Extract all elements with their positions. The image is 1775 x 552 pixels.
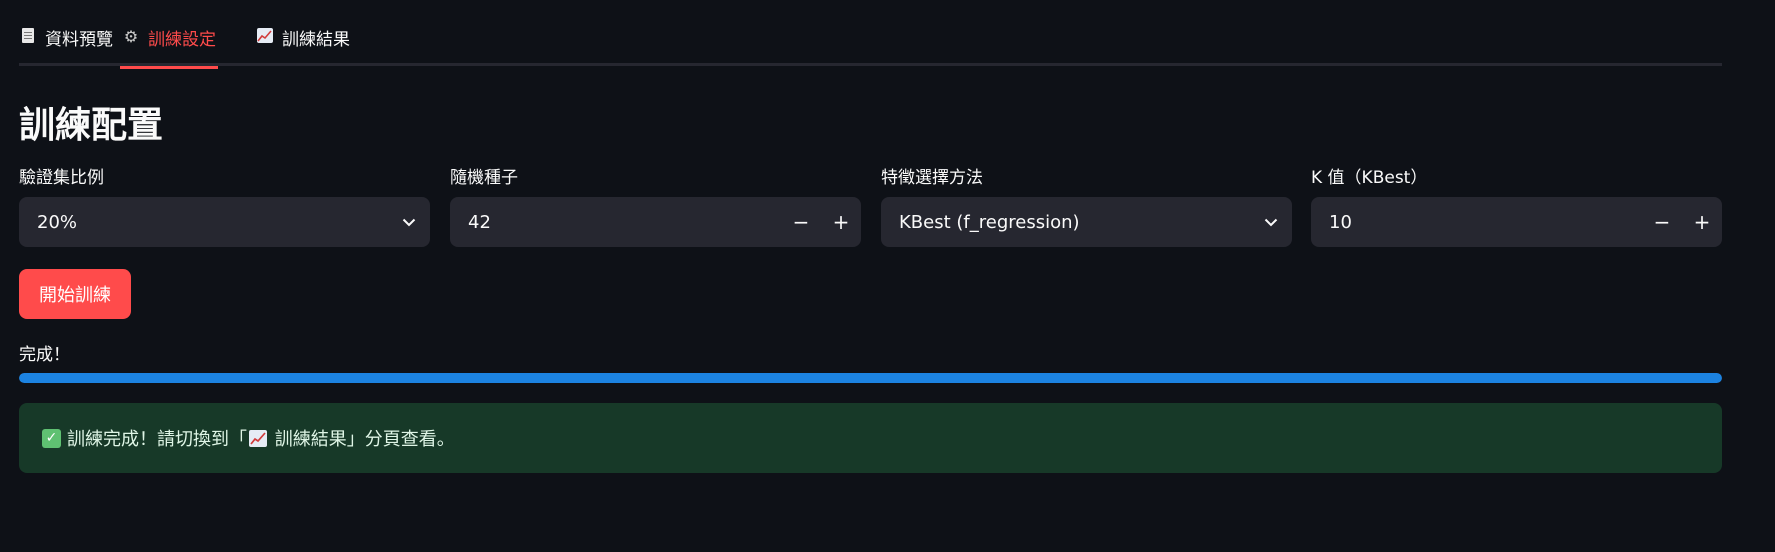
alert-text-before: 訓練完成！請切換到「 xyxy=(67,429,247,450)
page-title: 訓練配置 xyxy=(19,105,164,146)
validation-ratio-select[interactable]: 20% xyxy=(19,197,430,247)
random-seed-label: 隨機種子 xyxy=(450,168,518,188)
alert-message: 訓練完成！請切換到「 訓練結果」分頁查看。 xyxy=(67,425,455,451)
check-icon: ✓ xyxy=(42,428,61,448)
alert-text-after: 」分頁查看。 xyxy=(346,429,455,450)
k-value-label: K 值（KBest） xyxy=(1311,168,1428,188)
decrement-button[interactable]: − xyxy=(781,197,821,247)
chart-icon xyxy=(249,430,267,447)
document-icon xyxy=(19,28,37,46)
tab-data-preview[interactable]: 資料預覽 xyxy=(19,18,113,66)
increment-button[interactable]: + xyxy=(1682,197,1722,247)
tab-label: 訓練設定 xyxy=(148,29,216,50)
validation-ratio-value: 20% xyxy=(37,211,78,233)
k-value-field: K 值（KBest） 10 − + xyxy=(1311,166,1722,247)
success-alert: ✓ 訓練完成！請切換到「 訓練結果」分頁查看。 xyxy=(19,403,1722,473)
random-seed-field: 隨機種子 42 − + xyxy=(450,166,861,247)
progress-bar xyxy=(19,373,1722,383)
start-training-button[interactable]: 開始訓練 xyxy=(19,269,131,319)
k-value-stepper: 10 − + xyxy=(1311,197,1722,247)
random-seed-stepper: 42 − + xyxy=(450,197,861,247)
k-value-input[interactable]: 10 xyxy=(1329,212,1642,233)
increment-button[interactable]: + xyxy=(821,197,861,247)
feature-method-field: 特徵選擇方法 KBest (f_regression) xyxy=(881,166,1292,247)
feature-method-label: 特徵選擇方法 xyxy=(881,168,983,188)
validation-ratio-label: 驗證集比例 xyxy=(19,168,104,188)
feature-method-value: KBest (f_regression) xyxy=(899,211,1080,233)
validation-ratio-field: 驗證集比例 20% xyxy=(19,166,430,247)
progress-fill xyxy=(19,373,1722,383)
tab-training-results[interactable]: 訓練結果 xyxy=(256,18,350,66)
chevron-down-icon xyxy=(1250,218,1292,227)
feature-method-select[interactable]: KBest (f_regression) xyxy=(881,197,1292,247)
random-seed-input[interactable]: 42 xyxy=(468,212,781,233)
tab-bar: 資料預覽 ⚙ 訓練設定 訓練結果 xyxy=(19,0,1722,69)
gear-icon: ⚙ xyxy=(123,27,139,46)
chart-icon xyxy=(256,28,274,46)
chevron-down-icon xyxy=(388,218,430,227)
tab-training-settings[interactable]: ⚙ 訓練設定 xyxy=(120,18,218,69)
decrement-button[interactable]: − xyxy=(1642,197,1682,247)
app-root: 資料預覽 ⚙ 訓練設定 訓練結果 訓練配置 驗證集比例 20% 隨機種子 42 … xyxy=(0,0,1775,552)
progress-label: 完成！ xyxy=(19,345,70,365)
tab-label: 資料預覽 xyxy=(45,29,113,50)
alert-text-tab: 訓練結果 xyxy=(274,429,347,450)
tab-label: 訓練結果 xyxy=(282,29,350,50)
